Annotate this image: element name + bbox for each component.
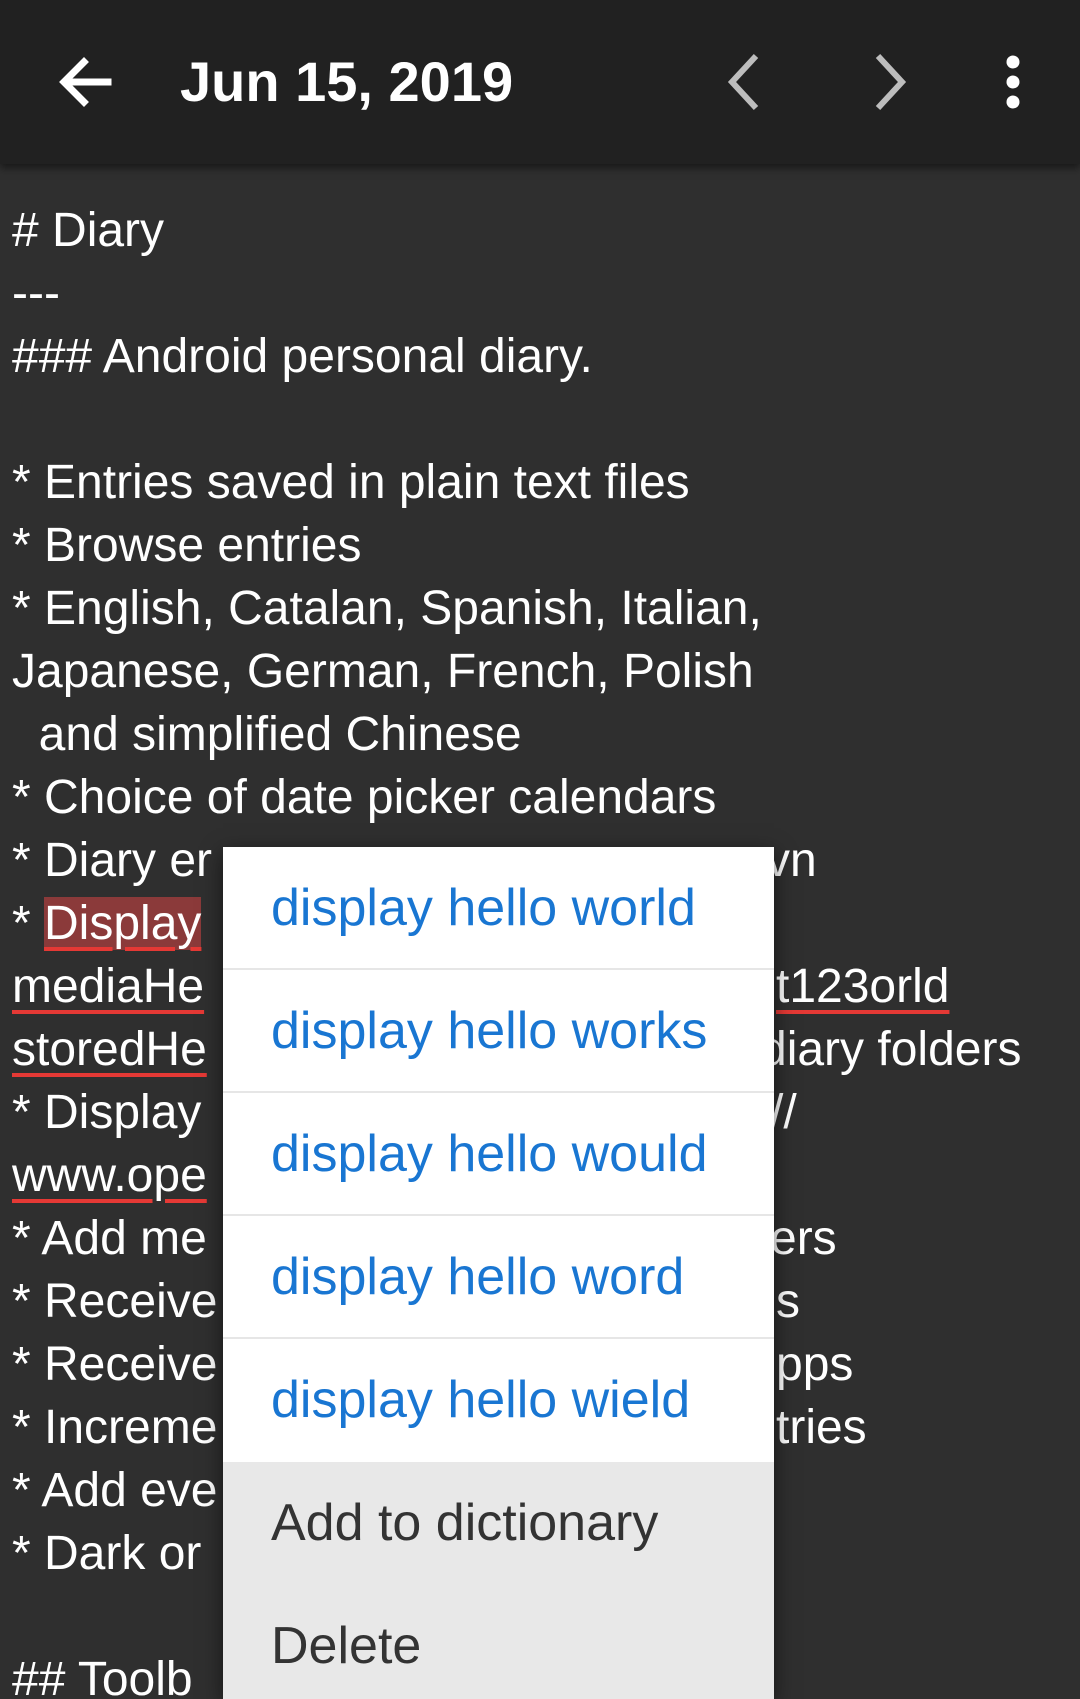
editor-line: * Diary er <box>12 834 213 887</box>
editor-line: ### Android personal diary. <box>12 330 593 383</box>
editor-line: Japanese, German, French, Polish <box>12 645 754 698</box>
back-button[interactable] <box>48 44 124 120</box>
suggestion-item[interactable]: display hello world <box>223 847 774 970</box>
editor-line-fragment: // <box>770 1086 797 1139</box>
arrow-left-icon <box>59 57 112 107</box>
chevron-right-icon <box>875 53 907 111</box>
overflow-menu-button[interactable] <box>975 44 1051 120</box>
editor-line-misspelled[interactable]: storedHe <box>12 1018 207 1081</box>
editor-line-fragment: t123orld <box>776 960 950 1013</box>
editor-line-fragment: ers <box>770 1212 837 1265</box>
chevron-left-icon <box>727 53 759 111</box>
editor-line-fragment: tries <box>776 1401 867 1454</box>
editor-line: * Increme <box>12 1401 218 1454</box>
editor-line: and simplified Chinese <box>12 708 522 761</box>
more-vert-icon <box>1006 55 1020 109</box>
page-title: Jun 15, 2019 <box>180 50 514 113</box>
editor-line-fragment: diary folders <box>760 1023 1022 1076</box>
editor-line: * Display <box>12 892 202 955</box>
editor-line: * English, Catalan, Spanish, Italian, <box>12 582 762 635</box>
editor-line: * Add me <box>12 1212 207 1265</box>
delete-button[interactable]: Delete <box>223 1585 774 1699</box>
add-to-dictionary-button[interactable]: Add to dictionary <box>223 1462 774 1585</box>
editor-line-fragment: pps <box>776 1338 854 1391</box>
suggestion-item[interactable]: display hello works <box>223 970 774 1093</box>
editor-line-prefix: * <box>12 897 45 950</box>
suggestion-item[interactable]: display hello would <box>223 1093 774 1216</box>
editor-line: * Add eve <box>12 1464 218 1517</box>
editor-line-fragment: s <box>776 1275 800 1328</box>
editor-line: * Choice of date picker calendars <box>12 771 717 824</box>
previous-entry-button[interactable] <box>708 44 784 120</box>
editor-line: * Display <box>12 1086 202 1139</box>
suggestion-item[interactable]: display hello word <box>223 1216 774 1339</box>
editor-line: --- <box>12 267 60 320</box>
editor-line: * Browse entries <box>12 519 362 572</box>
editor-line: ## Toolb <box>12 1653 193 1699</box>
editor-line: * Receive <box>12 1275 218 1328</box>
editor-line: * Entries saved in plain text files <box>12 456 690 509</box>
spellcheck-suggestion-popup: display hello world display hello works … <box>223 847 774 1699</box>
editor-line: * Receive <box>12 1338 218 1391</box>
editor-line-misspelled[interactable]: mediaHe <box>12 955 204 1018</box>
editor-line: # Diary <box>12 204 165 257</box>
selected-misspelled-word[interactable]: Display <box>44 897 202 950</box>
editor-line-misspelled[interactable]: www.ope <box>12 1144 207 1207</box>
app-toolbar: Jun 15, 2019 <box>0 0 1080 164</box>
next-entry-button[interactable] <box>850 44 926 120</box>
suggestion-item[interactable]: display hello wield <box>223 1339 774 1462</box>
editor-line: * Dark or <box>12 1527 202 1580</box>
